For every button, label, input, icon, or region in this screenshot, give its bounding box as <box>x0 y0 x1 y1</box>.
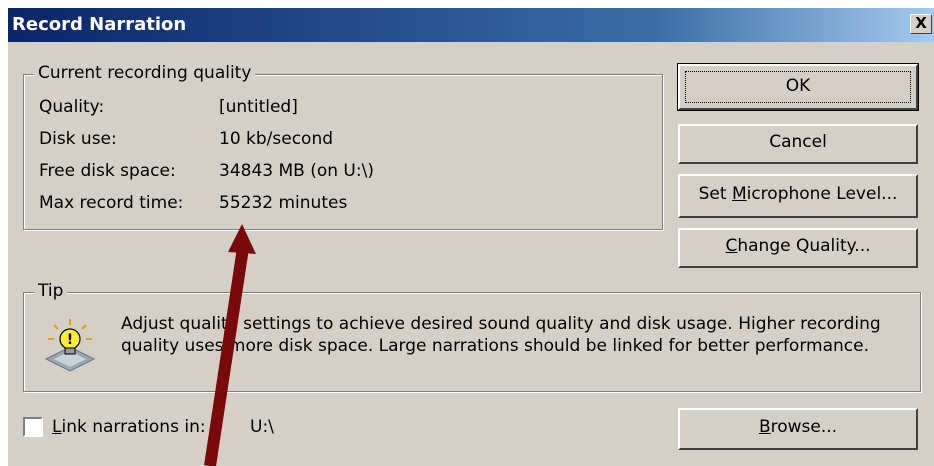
browse-accel: B <box>758 417 771 437</box>
change-quality-rest: hange Quality... <box>737 236 871 256</box>
link-narrations-label[interactable]: Link narrations in: <box>52 417 206 437</box>
mic-label-accel: M <box>731 184 747 204</box>
title-bar: Record Narration X <box>8 8 934 42</box>
link-path: U:\ <box>250 417 274 437</box>
browse-rest: rowse... <box>770 417 838 437</box>
link-label-rest: ink narrations in: <box>61 417 206 437</box>
ok-button[interactable]: OK <box>677 63 919 111</box>
max-record-time-label: Max record time: <box>39 193 184 213</box>
tip-groupbox: Tip ! Adjust quality settings to achieve… <box>23 281 921 392</box>
quality-group-legend: Current recording quality <box>34 63 256 83</box>
free-disk-space-value: 34843 MB (on U:\) <box>219 161 374 181</box>
mic-label-prefix: Set <box>698 184 732 204</box>
quality-label: Quality: <box>39 97 105 117</box>
close-icon: X <box>915 14 927 32</box>
quality-groupbox: Current recording quality Quality: [unti… <box>23 63 663 230</box>
disk-use-label: Disk use: <box>39 129 117 149</box>
svg-text:!: ! <box>67 332 73 348</box>
mic-label-rest: icrophone Level... <box>746 184 898 204</box>
cancel-button-label: Cancel <box>769 132 827 152</box>
lightbulb-icon: ! <box>44 317 96 373</box>
window-title: Record Narration <box>12 14 187 35</box>
quality-value: [untitled] <box>219 97 298 117</box>
disk-use-value: 10 kb/second <box>219 129 334 149</box>
tip-text: Adjust quality settings to achieve desir… <box>121 314 881 356</box>
focus-rectangle <box>685 71 911 103</box>
change-quality-accel: C <box>725 236 738 256</box>
record-narration-dialog: Record Narration X Current recording qua… <box>8 8 934 466</box>
set-microphone-level-button[interactable]: Set Microphone Level... <box>678 174 918 218</box>
close-button[interactable]: X <box>910 14 932 34</box>
change-quality-button[interactable]: Change Quality... <box>678 228 918 268</box>
cancel-button[interactable]: Cancel <box>678 124 918 164</box>
browse-button[interactable]: Browse... <box>678 408 918 450</box>
free-disk-space-label: Free disk space: <box>39 161 176 181</box>
max-record-time-value: 55232 minutes <box>219 193 348 213</box>
link-narrations-checkbox[interactable] <box>23 417 43 437</box>
tip-legend: Tip <box>34 281 68 301</box>
